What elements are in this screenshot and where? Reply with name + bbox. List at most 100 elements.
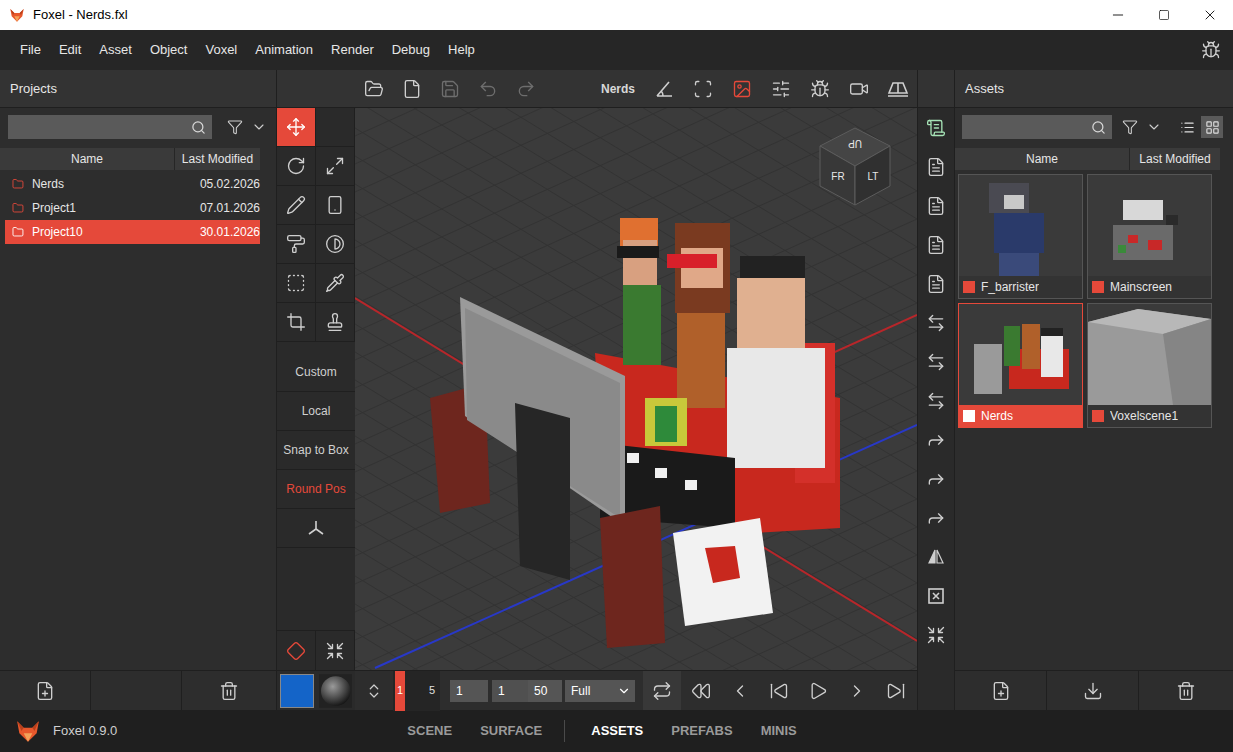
project-row[interactable]: Nerds05.02.2026: [5, 172, 260, 196]
side-tool-button[interactable]: [918, 381, 954, 420]
menu-item[interactable]: Voxel: [196, 40, 246, 60]
delete-asset-button[interactable]: [1139, 671, 1233, 711]
maximize-button[interactable]: [1141, 0, 1187, 30]
axis-button[interactable]: [277, 509, 355, 548]
grid-view-button[interactable]: [1201, 116, 1223, 138]
side-tool-button[interactable]: [918, 537, 954, 576]
menu-item[interactable]: Object: [141, 40, 197, 60]
loop-button[interactable]: [643, 671, 681, 711]
tool-option-button[interactable]: Round Pos: [277, 470, 355, 509]
side-tool-button[interactable]: [918, 420, 954, 459]
side-tool-button[interactable]: [918, 225, 954, 264]
menu-item[interactable]: Debug: [383, 40, 439, 60]
debug-menu-button[interactable]: [1199, 38, 1223, 62]
delete-project-button[interactable]: [182, 671, 276, 711]
column-header[interactable]: Name: [0, 148, 175, 170]
asset-card[interactable]: Voxelscene1: [1087, 303, 1212, 428]
mode-tab[interactable]: ASSETS: [591, 721, 643, 741]
undo-button[interactable]: [469, 70, 507, 107]
list-view-button[interactable]: [1176, 116, 1198, 138]
timeline-toggle[interactable]: [355, 671, 393, 711]
rewind-button[interactable]: [681, 671, 720, 711]
side-tool-button[interactable]: [918, 303, 954, 342]
range-select[interactable]: Full: [565, 680, 635, 702]
previous-frame-button[interactable]: [720, 671, 759, 711]
add-project-button[interactable]: [0, 671, 91, 711]
stamp-tool[interactable]: [316, 303, 355, 342]
debug-button[interactable]: [800, 70, 839, 107]
frame-button[interactable]: [683, 70, 722, 107]
navigation-cube[interactable]: UPFRLT: [820, 128, 890, 205]
device-tool[interactable]: [316, 186, 355, 225]
filter-button[interactable]: [1121, 117, 1139, 137]
settings-button[interactable]: [761, 70, 800, 107]
paint-tool[interactable]: [277, 225, 316, 264]
play-button[interactable]: [798, 671, 837, 711]
side-tool-button[interactable]: [918, 576, 954, 615]
side-tool-button[interactable]: [918, 264, 954, 303]
new-button[interactable]: [393, 70, 431, 107]
side-tool-button[interactable]: [918, 459, 954, 498]
material-swatch[interactable]: [319, 674, 352, 708]
add-asset-button[interactable]: [955, 671, 1047, 711]
voxel-model[interactable]: [430, 218, 840, 648]
asset-card[interactable]: F_barrister: [958, 174, 1083, 299]
first-frame-button[interactable]: [759, 671, 798, 711]
frame-field[interactable]: 50: [528, 680, 562, 702]
render-view-button[interactable]: [722, 70, 761, 107]
collapse-button[interactable]: [316, 631, 355, 671]
side-tool-button[interactable]: [918, 108, 954, 147]
open-button[interactable]: [355, 70, 393, 107]
pivot-button[interactable]: [277, 631, 316, 671]
camera-button[interactable]: [839, 70, 878, 107]
pencil-tool[interactable]: [277, 186, 316, 225]
frame-field[interactable]: 1: [492, 680, 528, 702]
scale-tool[interactable]: [316, 147, 355, 186]
asset-card[interactable]: Nerds: [958, 303, 1083, 428]
mode-tab[interactable]: PREFABS: [671, 721, 732, 741]
column-header[interactable]: Name: [955, 148, 1130, 170]
frame-ruler[interactable]: 15: [393, 671, 440, 711]
move-tool[interactable]: [277, 108, 316, 147]
filter-dropdown[interactable]: [250, 117, 268, 137]
close-button[interactable]: [1187, 0, 1233, 30]
menu-item[interactable]: Asset: [90, 40, 141, 60]
menu-item[interactable]: File: [11, 40, 50, 60]
project-row[interactable]: Project107.01.2026: [5, 196, 260, 220]
tool-option-button[interactable]: Snap to Box: [277, 431, 355, 470]
mode-tab[interactable]: SURFACE: [480, 721, 542, 741]
menu-item[interactable]: Edit: [50, 40, 90, 60]
picker-tool[interactable]: [316, 264, 355, 303]
shade-tool[interactable]: [316, 225, 355, 264]
angle-button[interactable]: [644, 70, 683, 107]
next-frame-button[interactable]: [837, 671, 876, 711]
color-swatch[interactable]: [280, 674, 314, 708]
last-frame-button[interactable]: [876, 671, 915, 711]
side-tool-button[interactable]: [918, 498, 954, 537]
column-header[interactable]: Last Modified: [1130, 148, 1220, 170]
search-field[interactable]: [962, 115, 1112, 139]
search-field[interactable]: [8, 115, 212, 139]
side-tool-button[interactable]: [918, 147, 954, 186]
import-asset-button[interactable]: [1047, 671, 1139, 711]
mode-tab[interactable]: MINIS: [761, 721, 797, 741]
ground-button[interactable]: [878, 70, 917, 107]
asset-card[interactable]: Mainscreen: [1087, 174, 1212, 299]
frame-field[interactable]: 1: [450, 680, 488, 702]
save-button[interactable]: [431, 70, 469, 107]
filter-button[interactable]: [226, 117, 244, 137]
side-tool-button[interactable]: [918, 615, 954, 654]
rotate-tool[interactable]: [277, 147, 316, 186]
mode-tab[interactable]: SCENE: [407, 721, 452, 741]
column-header[interactable]: Last Modified: [175, 148, 260, 170]
filter-dropdown[interactable]: [1145, 117, 1163, 137]
tool-option-button[interactable]: Local: [277, 392, 355, 431]
select-tool[interactable]: [277, 264, 316, 303]
project-row[interactable]: Project1030.01.2026: [5, 220, 260, 244]
menu-item[interactable]: Help: [439, 40, 484, 60]
tool-option-button[interactable]: Custom: [277, 353, 355, 392]
menu-item[interactable]: Render: [322, 40, 383, 60]
minimize-button[interactable]: [1095, 0, 1141, 30]
crop-tool[interactable]: [277, 303, 316, 342]
side-tool-button[interactable]: [918, 186, 954, 225]
